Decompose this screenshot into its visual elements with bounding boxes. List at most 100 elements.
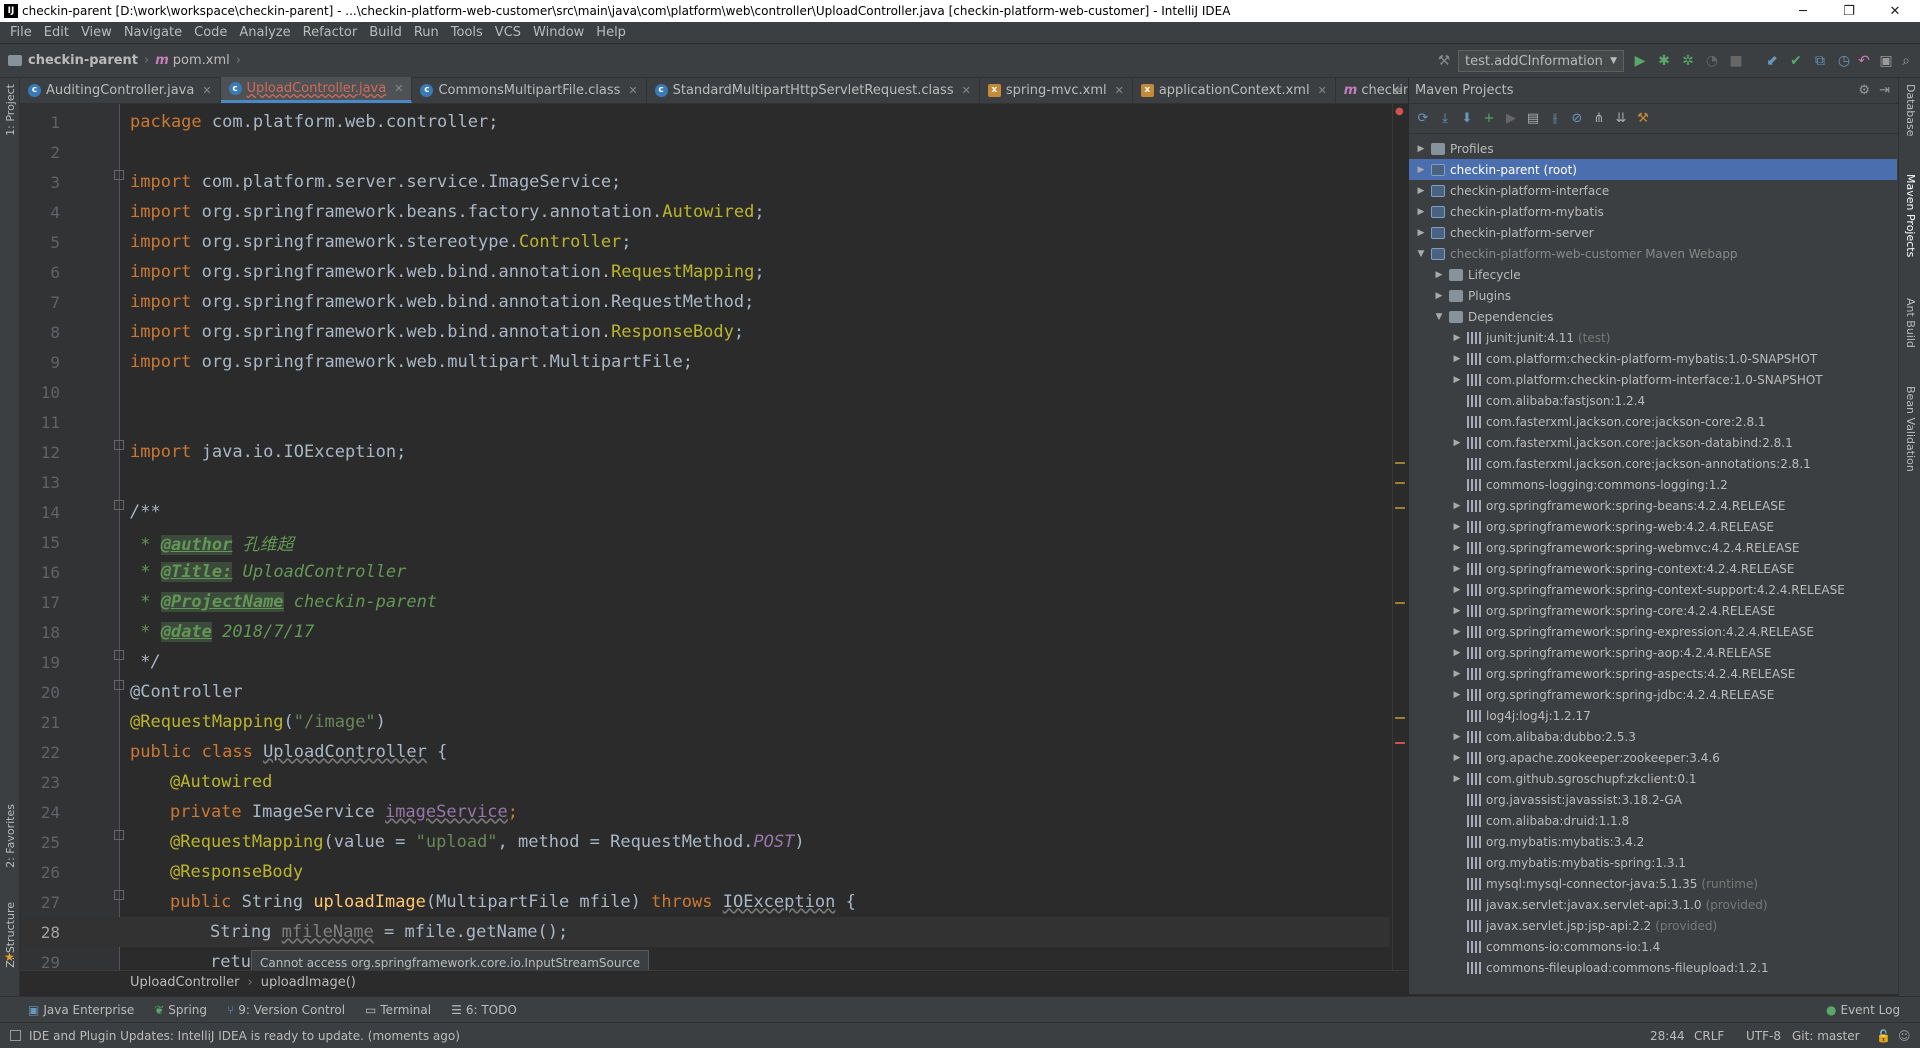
profile-icon[interactable]: ◔ <box>1704 53 1720 69</box>
skip-tests-icon[interactable]: ⊘ <box>1569 111 1585 127</box>
project-structure-icon[interactable]: ▣ <box>1878 53 1894 69</box>
expand-down-icon[interactable]: ▼ <box>1433 312 1445 322</box>
close-tab-icon[interactable]: ✕ <box>394 82 403 95</box>
expand-right-icon[interactable]: ▶ <box>1451 627 1463 637</box>
ant-build-tool-button[interactable]: Ant Build <box>1904 298 1917 348</box>
close-tab-icon[interactable]: ✕ <box>1115 84 1124 97</box>
maven-tree-item[interactable]: ▶ com.fasterxml.jackson.core:jackson-data… <box>1409 432 1897 453</box>
expand-right-icon[interactable]: ▶ <box>1415 228 1427 238</box>
maven-tree-item[interactable]: ▶ org.springframework:spring-web:4.2.4.RE… <box>1409 516 1897 537</box>
spring-tool-button[interactable]: ❦ Spring <box>154 1003 207 1017</box>
vcs-compare-icon[interactable]: ⧉ <box>1812 53 1828 69</box>
expand-right-icon[interactable]: ▶ <box>1451 333 1463 343</box>
menu-analyze[interactable]: Analyze <box>233 25 296 40</box>
expand-right-icon[interactable]: ▶ <box>1451 774 1463 784</box>
maven-tree-item[interactable]: org.javassist:javassist:3.18.2-GA <box>1409 789 1897 810</box>
maven-tree-item[interactable]: ▶ org.springframework:spring-expression:4… <box>1409 621 1897 642</box>
expand-down-icon[interactable]: ▼ <box>1415 249 1427 259</box>
download-icon[interactable]: ⬇ <box>1459 111 1475 127</box>
terminal-tool-button[interactable]: ▭ Terminal <box>365 1003 431 1017</box>
database-tool-button[interactable]: Database <box>1904 84 1917 137</box>
maven-tree-item[interactable]: ▶ Plugins <box>1409 285 1897 306</box>
close-tab-icon[interactable]: ✕ <box>1318 84 1327 97</box>
event-log-button[interactable]: ● Event Log <box>1826 1003 1900 1017</box>
maven-tree-item[interactable]: com.fasterxml.jackson.core:jackson-annot… <box>1409 453 1897 474</box>
minimize-button[interactable]: ─ <box>1780 0 1826 22</box>
show-dependencies-icon[interactable]: ⋔ <box>1591 111 1607 127</box>
project-tool-button[interactable]: 1: Project <box>4 84 17 136</box>
caret-position[interactable]: 28:44 <box>1650 1029 1685 1043</box>
error-indicator-icon[interactable]: ● <box>1395 106 1404 117</box>
vcs-revert-icon[interactable]: ↶ <box>1856 53 1872 69</box>
expand-right-icon[interactable]: ▶ <box>1451 690 1463 700</box>
expand-right-icon[interactable]: ▶ <box>1415 144 1427 154</box>
maven-tree-item[interactable]: ▼ checkin-platform-web-customer Maven Web… <box>1409 243 1897 264</box>
vcs-history-icon[interactable]: ◷ <box>1836 53 1852 69</box>
reimport-icon[interactable]: ⟳ <box>1415 111 1431 127</box>
warning-marker[interactable] <box>1395 462 1405 464</box>
vcs-commit-icon[interactable]: ✔ <box>1788 53 1804 69</box>
maven-tree-item[interactable]: ▶ org.springframework:spring-beans:4.2.4.… <box>1409 495 1897 516</box>
maven-tree-item[interactable]: ▶ org.springframework:spring-core:4.2.4.R… <box>1409 600 1897 621</box>
search-everywhere-icon[interactable]: ⌕ <box>1898 53 1914 69</box>
run-icon[interactable]: ▶ <box>1632 53 1648 69</box>
menu-window[interactable]: Window <box>527 25 590 40</box>
maven-tree-item[interactable]: javax.servlet:javax.servlet-api:3.1.0 (pr… <box>1409 894 1897 915</box>
expand-right-icon[interactable]: ▶ <box>1415 186 1427 196</box>
maven-tree-item[interactable]: commons-io:commons-io:1.4 <box>1409 936 1897 957</box>
maven-tree-item[interactable]: ▶ com.platform:checkin-platform-interface… <box>1409 369 1897 390</box>
toggle-offline-icon[interactable]: ⫲ <box>1547 111 1563 127</box>
menu-code[interactable]: Code <box>188 25 233 40</box>
todo-tool-button[interactable]: ☰ 6: TODO <box>451 1003 517 1017</box>
debug-icon[interactable]: ✱ <box>1656 53 1672 69</box>
menu-edit[interactable]: Edit <box>38 25 75 40</box>
maven-tree-item[interactable]: log4j:log4j:1.2.17 <box>1409 705 1897 726</box>
maven-tree-item[interactable]: ▶ org.springframework:spring-jdbc:4.2.4.R… <box>1409 684 1897 705</box>
gear-icon[interactable]: ⚙ <box>1858 83 1870 98</box>
vcs-update-icon[interactable]: ⬋ <box>1764 53 1780 69</box>
run-configuration-select[interactable]: test.addCInformation ▼ <box>1458 50 1624 72</box>
expand-right-icon[interactable]: ▶ <box>1451 732 1463 742</box>
expand-right-icon[interactable]: ▶ <box>1415 165 1427 175</box>
maven-tree-item[interactable]: org.mybatis:mybatis:3.4.2 <box>1409 831 1897 852</box>
fold-toggle-icon[interactable] <box>114 680 124 690</box>
run-goal-icon[interactable]: ▶ <box>1503 111 1519 127</box>
fold-toggle-icon[interactable] <box>114 170 124 180</box>
maven-tree-item[interactable]: ▶ checkin-platform-server <box>1409 222 1897 243</box>
maven-tree-item[interactable]: ▶ org.springframework:spring-webmvc:4.2.4… <box>1409 537 1897 558</box>
warning-marker[interactable] <box>1395 482 1405 484</box>
maven-tree-item[interactable]: ▶ com.platform:checkin-platform-mybatis:1… <box>1409 348 1897 369</box>
tab-application-context-xml[interactable]: x applicationContext.xml ✕ <box>1133 77 1336 103</box>
maven-tree-item[interactable]: com.alibaba:druid:1.1.8 <box>1409 810 1897 831</box>
tab-standard-multipart-request[interactable]: c StandardMultipartHttpServletRequest.cl… <box>647 77 980 103</box>
tab-commons-multipart-file[interactable]: c CommonsMultipartFile.class ✕ <box>412 77 647 103</box>
maven-tree-item[interactable]: ▶ Lifecycle <box>1409 264 1897 285</box>
close-window-button[interactable]: ✕ <box>1872 0 1918 22</box>
expand-right-icon[interactable]: ▶ <box>1415 207 1427 217</box>
maven-tree-item[interactable]: com.alibaba:fastjson:1.2.4 <box>1409 390 1897 411</box>
toggle-tool-windows-icon[interactable] <box>10 1030 21 1041</box>
maven-tree-item[interactable]: ▶ org.springframework:spring-context:4.2.… <box>1409 558 1897 579</box>
maven-tree-item[interactable]: ▶ org.springframework:spring-aspects:4.2.… <box>1409 663 1897 684</box>
tab-list-icon[interactable]: ≡ <box>1392 84 1402 98</box>
tab-upload-controller[interactable]: c UploadController.java ✕ <box>220 77 413 103</box>
expand-right-icon[interactable]: ▶ <box>1433 291 1445 301</box>
maven-tree-item[interactable]: mysql:mysql-connector-java:5.1.35 (runtim… <box>1409 873 1897 894</box>
stop-icon[interactable]: ■ <box>1728 53 1744 69</box>
expand-right-icon[interactable]: ▶ <box>1451 669 1463 679</box>
error-marker[interactable] <box>1395 742 1405 744</box>
hide-panel-icon[interactable]: ⇥ <box>1879 83 1890 98</box>
coverage-icon[interactable]: ✲ <box>1680 53 1696 69</box>
close-tab-icon[interactable]: ✕ <box>628 84 637 97</box>
tab-auditing-controller[interactable]: c AuditingController.java ✕ <box>20 77 221 103</box>
generate-sources-icon[interactable]: ⤓ <box>1437 111 1453 127</box>
line-separator[interactable]: CRLF <box>1694 1029 1724 1043</box>
favorites-tool-button[interactable]: 2: Favorites <box>4 804 17 868</box>
warning-marker[interactable] <box>1395 602 1405 604</box>
close-tab-icon[interactable]: ✕ <box>962 84 971 97</box>
expand-right-icon[interactable]: ▶ <box>1451 501 1463 511</box>
nav-crumb-project[interactable]: checkin-parent › <box>0 53 155 68</box>
collapse-all-icon[interactable]: ⇊ <box>1613 111 1629 127</box>
maven-tree-item[interactable]: ▶ checkin-parent (root) <box>1409 159 1897 180</box>
maven-tree-item[interactable]: commons-fileupload:commons-fileupload:1.… <box>1409 957 1897 978</box>
